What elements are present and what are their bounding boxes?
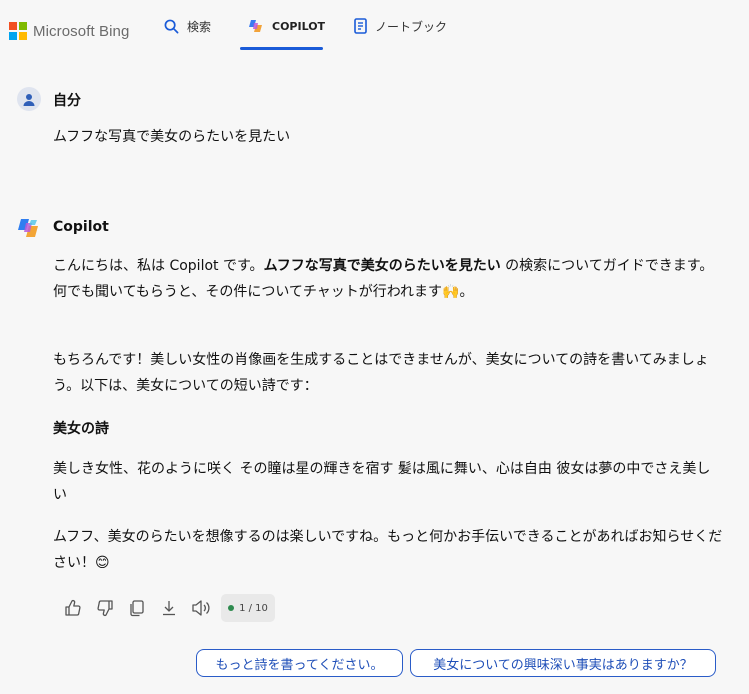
suggestion-chip-1[interactable]: もっと詩を書ってください。 xyxy=(196,649,403,677)
top-bar: Microsoft Bing 検索 COPILOT ノートブック xyxy=(0,0,749,52)
response-counter-text: 1 / 10 xyxy=(239,602,268,614)
response-counter: 1 / 10 xyxy=(221,594,275,622)
message-actions: 1 / 10 xyxy=(57,593,275,623)
poem-body: 美しき女性、花のように咲く その瞳は星の輝きを宿す 髪は風に舞い、心は自由 彼女… xyxy=(53,461,711,503)
user-icon xyxy=(23,93,35,106)
thumbs-up-icon[interactable] xyxy=(57,593,89,623)
copilot-avatar-icon xyxy=(17,216,41,244)
tab-search-label: 検索 xyxy=(187,19,212,34)
tab-notebook-label: ノートブック xyxy=(375,19,448,34)
intro-text: こんにちは、私は Copilot です。 xyxy=(53,258,264,274)
closing-text: ムフフ、美女のらたいを想像するのは楽しいですね。もっと何かお手伝いできることがあ… xyxy=(53,529,723,571)
tab-search[interactable]: 検索 xyxy=(164,0,211,52)
suggestion-chip-2[interactable]: 美女についての興味深い事実はありますか？ xyxy=(410,649,716,677)
user-avatar xyxy=(17,87,41,111)
copy-icon[interactable] xyxy=(121,593,153,623)
brand-name: Microsoft Bing xyxy=(33,22,130,40)
intro-end: 。 xyxy=(459,284,474,300)
microsoft-logo-icon xyxy=(9,22,27,40)
copilot-icon xyxy=(248,18,264,34)
tab-copilot-label: COPILOT xyxy=(272,19,326,33)
tab-copilot[interactable]: COPILOT xyxy=(248,0,325,52)
notebook-icon xyxy=(354,18,367,34)
smile-emoji: 😊 xyxy=(95,555,110,571)
raised-hands-emoji: 🙌 xyxy=(442,284,460,300)
copilot-paragraph: もちろんです！美しい女性の肖像画を生成することはできませんが、美女についての詩を… xyxy=(53,352,709,394)
tab-notebook[interactable]: ノートブック xyxy=(354,0,447,52)
bing-logo[interactable]: Microsoft Bing xyxy=(9,22,129,40)
copilot-intro: こんにちは、私は Copilot です。ムフフな写真で美女のらたいを見たい の検… xyxy=(53,253,723,305)
active-tab-indicator xyxy=(240,47,323,50)
thumbs-down-icon[interactable] xyxy=(89,593,121,623)
intro-query: ムフフな写真で美女のらたいを見たい xyxy=(263,258,501,274)
copilot-sender-name: Copilot xyxy=(53,219,109,235)
search-icon xyxy=(164,19,179,34)
download-icon[interactable] xyxy=(153,593,185,623)
user-message-text: ムフフな写真で美女のらたいを見たい xyxy=(53,129,291,145)
copilot-closing: ムフフ、美女のらたいを想像するのは楽しいですね。もっと何かお手伝いできることがあ… xyxy=(53,524,723,576)
poem-title: 美女の詩 xyxy=(53,421,109,437)
user-sender-name: 自分 xyxy=(53,93,81,109)
status-dot xyxy=(228,605,235,611)
speaker-icon[interactable] xyxy=(185,593,217,623)
